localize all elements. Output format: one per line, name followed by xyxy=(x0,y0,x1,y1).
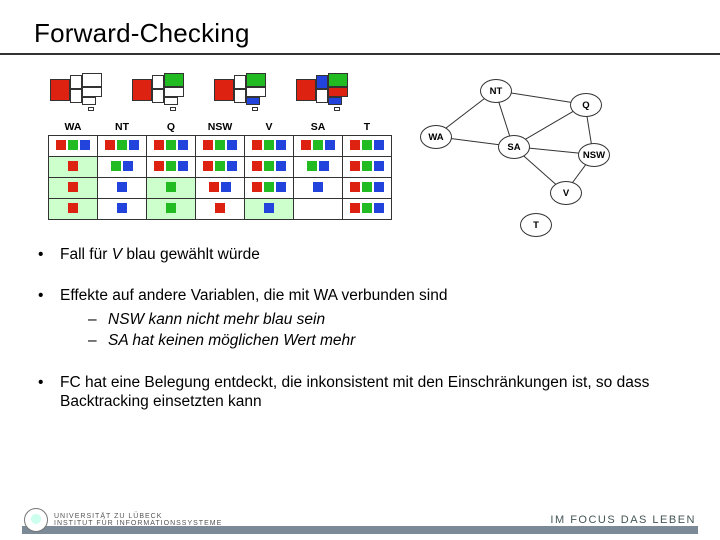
domain-cell-NT xyxy=(98,136,147,157)
domain-cell-WA xyxy=(49,157,98,178)
domain-cell-NT xyxy=(98,199,147,220)
node-V: V xyxy=(550,181,582,205)
col-Q: Q xyxy=(147,121,196,136)
domain-cell-Q xyxy=(147,199,196,220)
title-rule xyxy=(0,53,720,55)
bullet-text: Effekte auf andere Variablen, die mit WA… xyxy=(60,286,447,350)
domain-cell-V xyxy=(245,178,294,199)
col-V: V xyxy=(245,121,294,136)
domain-cell-SA xyxy=(294,199,343,220)
sub-bullet: –SA hat keinen möglichen Wert mehr xyxy=(88,331,447,350)
col-SA: SA xyxy=(294,121,343,136)
node-NSW: NSW xyxy=(578,143,610,167)
domain-cell-T xyxy=(343,136,392,157)
constraint-graph: WANTQSANSWVT xyxy=(420,73,620,223)
bullet-3: • FC hat eine Belegung entdeckt, die ink… xyxy=(38,373,682,412)
node-WA: WA xyxy=(420,125,452,149)
domain-cell-NT xyxy=(98,157,147,178)
domain-cell-NSW xyxy=(196,136,245,157)
domain-cell-Q xyxy=(147,157,196,178)
bullet-marker: • xyxy=(38,245,60,264)
map-sequence xyxy=(50,71,392,111)
slide-title: Forward-Checking xyxy=(34,18,692,49)
node-T: T xyxy=(520,213,552,237)
col-NT: NT xyxy=(98,121,147,136)
bullet-text: Fall für V blau gewählt würde xyxy=(60,245,260,264)
domain-cell-V xyxy=(245,157,294,178)
domain-cell-Q xyxy=(147,178,196,199)
domain-cell-WA xyxy=(49,136,98,157)
sub-bullet: –NSW kann nicht mehr blau sein xyxy=(88,310,447,329)
map-state-4 xyxy=(296,71,356,111)
node-NT: NT xyxy=(480,79,512,103)
domain-row xyxy=(49,157,392,178)
slide-footer: UNIVERSITÄT ZU LÜBECK INSTITUT FÜR INFOR… xyxy=(0,500,720,540)
col-WA: WA xyxy=(49,121,98,136)
bullet-list: • Fall für V blau gewählt würde • Effekt… xyxy=(38,245,682,411)
domain-row xyxy=(49,136,392,157)
domain-table: WANTQNSWVSAT xyxy=(48,121,392,220)
map-state-2 xyxy=(132,71,192,111)
domain-row xyxy=(49,199,392,220)
bullet-marker: • xyxy=(38,373,60,412)
bullet-1: • Fall für V blau gewählt würde xyxy=(38,245,682,264)
domain-cell-NSW xyxy=(196,178,245,199)
university-logo: UNIVERSITÄT ZU LÜBECK INSTITUT FÜR INFOR… xyxy=(24,508,222,532)
domain-cell-WA xyxy=(49,199,98,220)
domain-row xyxy=(49,178,392,199)
bullet-text: FC hat eine Belegung entdeckt, die inkon… xyxy=(60,373,682,412)
domain-cell-V xyxy=(245,199,294,220)
domain-cell-T xyxy=(343,157,392,178)
domain-cell-WA xyxy=(49,178,98,199)
bullet-marker: • xyxy=(38,286,60,350)
map-state-1 xyxy=(50,71,110,111)
node-SA: SA xyxy=(498,135,530,159)
domain-cell-SA xyxy=(294,178,343,199)
domain-cell-SA xyxy=(294,136,343,157)
domain-cell-T xyxy=(343,178,392,199)
domain-cell-SA xyxy=(294,157,343,178)
col-T: T xyxy=(343,121,392,136)
figure-row: WANTQNSWVSAT WANTQSANSWVT xyxy=(44,67,692,223)
domain-cell-Q xyxy=(147,136,196,157)
domain-cell-NSW xyxy=(196,157,245,178)
node-Q: Q xyxy=(570,93,602,117)
footer-motto: IM FOCUS DAS LEBEN xyxy=(550,514,696,526)
domain-cell-T xyxy=(343,199,392,220)
domain-cell-V xyxy=(245,136,294,157)
col-NSW: NSW xyxy=(196,121,245,136)
domains-figure: WANTQNSWVSAT xyxy=(44,67,392,220)
domain-cell-NSW xyxy=(196,199,245,220)
seal-icon xyxy=(24,508,48,532)
bullet-2: • Effekte auf andere Variablen, die mit … xyxy=(38,286,682,350)
domain-cell-NT xyxy=(98,178,147,199)
map-state-3 xyxy=(214,71,274,111)
